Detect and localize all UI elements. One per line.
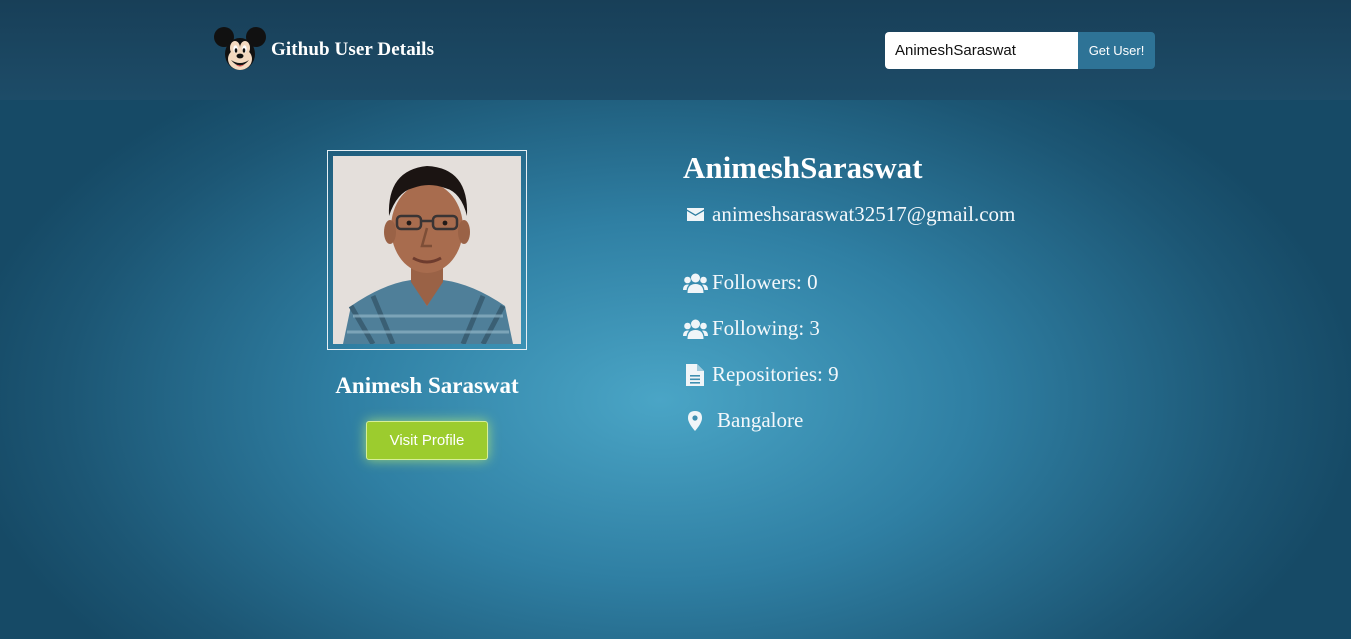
users-icon	[682, 319, 708, 339]
users-icon	[682, 273, 708, 293]
following-row: Following: 3	[682, 316, 820, 341]
email-row: animeshsaraswat32517@gmail.com	[682, 202, 1015, 227]
repositories-row: Repositories: 9	[682, 362, 839, 387]
profile-location: Bangalore	[717, 408, 804, 432]
top-nav-bar: Github User Details Get User!	[0, 0, 1351, 100]
following-count: Following: 3	[712, 316, 820, 340]
profile-username: AnimeshSaraswat	[683, 150, 923, 185]
brand[interactable]: Github User Details	[213, 26, 434, 74]
visit-profile-button[interactable]: Visit Profile	[366, 421, 488, 460]
mickey-mouse-logo-icon	[214, 27, 266, 70]
avatar	[333, 156, 521, 344]
envelope-icon	[682, 208, 708, 221]
location-row: Bangalore	[682, 408, 803, 433]
map-marker-icon	[682, 410, 708, 431]
document-icon	[682, 363, 708, 386]
repositories-count: Repositories: 9	[712, 362, 839, 386]
followers-row: Followers: 0	[682, 270, 818, 295]
avatar-frame	[327, 150, 527, 350]
get-user-button[interactable]: Get User!	[1078, 32, 1155, 69]
app-title: Github User Details	[271, 39, 435, 60]
followers-count: Followers: 0	[712, 270, 818, 294]
profile-display-name: Animesh Saraswat	[335, 373, 519, 398]
search-bar: Get User!	[885, 32, 1155, 69]
username-search-input[interactable]	[885, 32, 1078, 69]
profile-email: animeshsaraswat32517@gmail.com	[712, 202, 1016, 226]
